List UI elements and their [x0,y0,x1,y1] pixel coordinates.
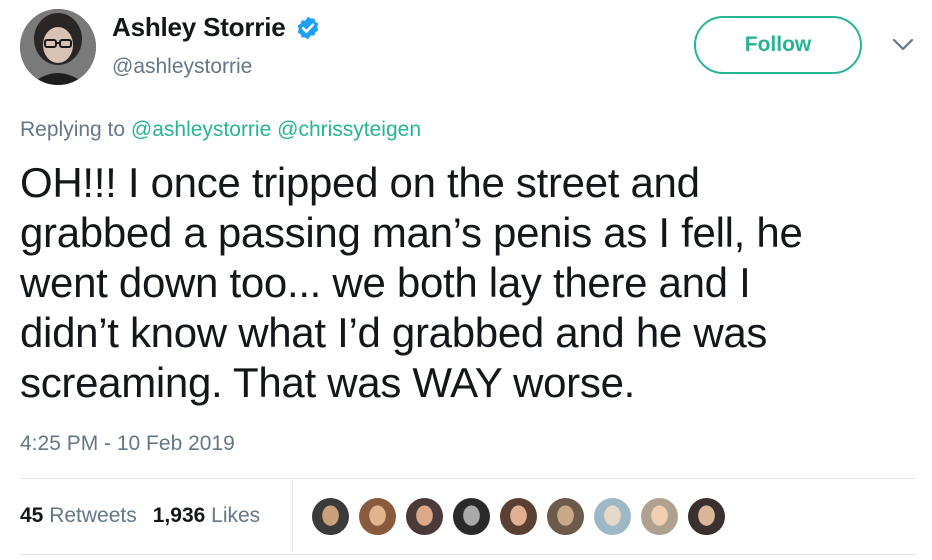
liker-photo-icon [688,498,725,535]
tweet-stats: 45 Retweets 1,936 Likes [20,504,260,528]
liker-avatar-8[interactable] [639,496,680,537]
liker-avatar-2[interactable] [357,496,398,537]
liker-photo-icon [547,498,584,535]
replying-to-line: Replying to @ashleystorrie @chrissyteige… [20,118,421,142]
likes-count: 1,936 [152,504,206,527]
verified-badge-icon [297,16,318,39]
divider [292,480,293,552]
retweets-stat[interactable]: 45 Retweets [20,504,137,528]
divider [20,554,916,555]
profile-photo-avatar-icon [20,9,96,85]
follow-button[interactable]: Follow [694,16,862,74]
liker-avatar-4[interactable] [451,496,492,537]
liker-photo-icon [594,498,631,535]
mention-link[interactable]: @ashleystorrie [131,118,271,141]
likes-label: Likes [211,504,261,527]
liker-avatars [310,496,727,537]
likes-stat[interactable]: 1,936 Likes [153,504,260,528]
replying-prefix: Replying to [20,118,126,141]
liker-photo-icon [641,498,678,535]
liker-photo-icon [453,498,490,535]
tweet-text-line: didn’t know what I’d grabbed and he was [20,309,768,356]
author-avatar[interactable] [20,9,96,85]
author-display-name[interactable]: Ashley Storrie [112,12,286,43]
mention-link[interactable]: @chrissyteigen [277,118,421,141]
liker-avatar-1[interactable] [310,496,351,537]
tweet-text: OH!!! I once tripped on the street and g… [20,158,900,408]
tweet-text-line: OH!!! I once tripped on the street and [20,159,700,206]
chevron-down-icon[interactable] [891,36,915,54]
tweet-text-line: screaming. That was WAY worse. [20,359,635,406]
liker-photo-icon [406,498,443,535]
liker-photo-icon [312,498,349,535]
divider [20,478,916,479]
liker-avatar-9[interactable] [686,496,727,537]
liker-avatar-3[interactable] [404,496,445,537]
liker-avatar-6[interactable] [545,496,586,537]
liker-avatar-7[interactable] [592,496,633,537]
tweet-timestamp[interactable]: 4:25 PM - 10 Feb 2019 [20,432,235,456]
liker-avatar-5[interactable] [498,496,539,537]
liker-photo-icon [500,498,537,535]
retweets-label: Retweets [49,504,137,527]
author-handle[interactable]: @ashleystorrie [112,55,252,79]
tweet-text-line: grabbed a passing man’s penis as I fell,… [20,209,803,256]
liker-photo-icon [359,498,396,535]
retweets-count: 45 [20,504,44,527]
tweet-text-line: went down too... we both lay there and I [20,259,751,306]
author-name-row: Ashley Storrie [112,12,321,43]
